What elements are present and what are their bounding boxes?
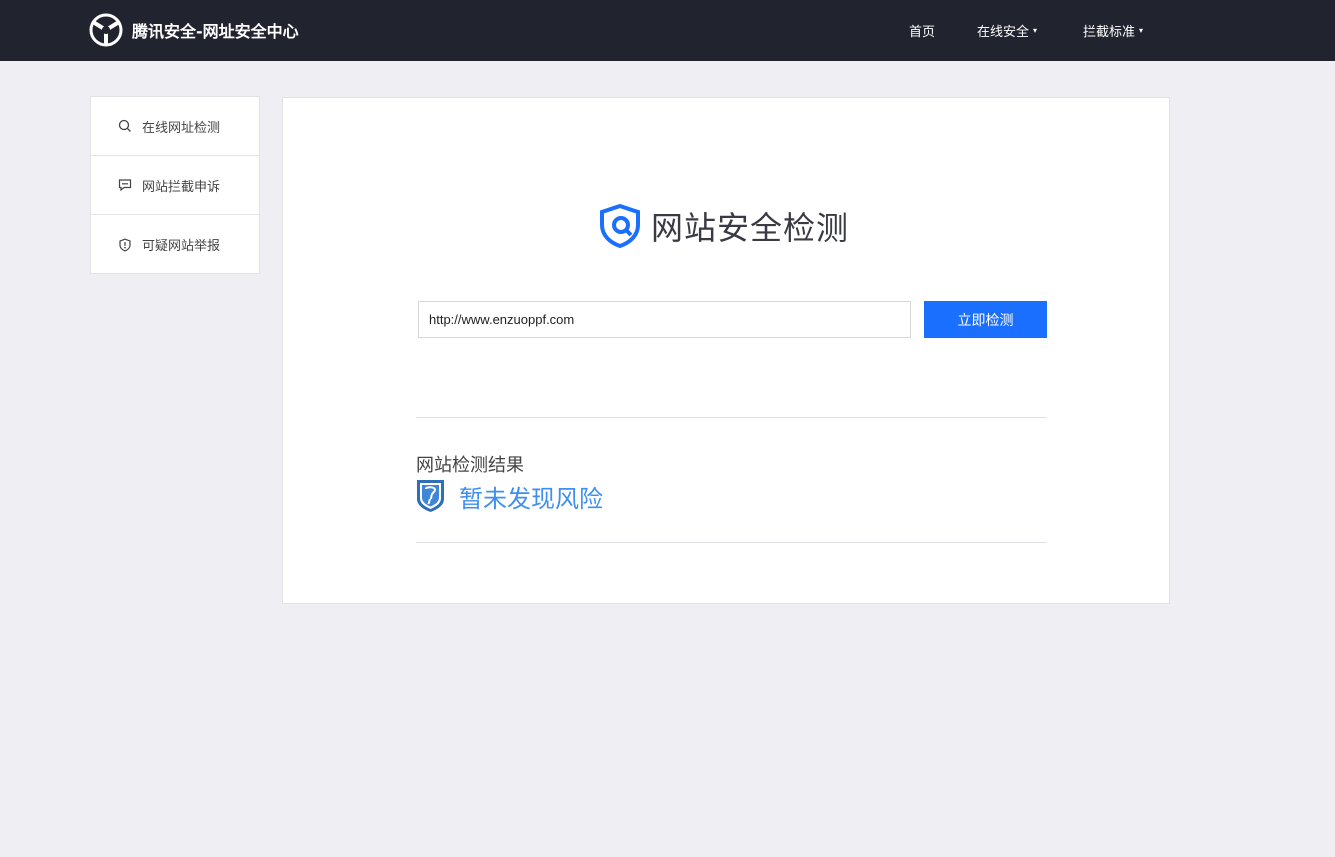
result-status: 暂未发现风险 [416, 479, 603, 513]
nav-block-standards[interactable]: 拦截标准 ▾ [1083, 0, 1143, 61]
chevron-down-icon: ▾ [1033, 26, 1038, 35]
divider [416, 417, 1047, 418]
url-input[interactable] [418, 301, 911, 338]
nav-home-label: 首页 [909, 25, 936, 40]
page-title: 网站安全检测 [651, 209, 850, 247]
brand-title: 腾讯安全-网址安全中心 [132, 22, 299, 41]
check-now-button[interactable]: 立即检测 [924, 301, 1047, 338]
sidebar-item-online-url-check[interactable]: 在线网址检测 [91, 97, 259, 156]
nav-online-security-label: 在线安全 [977, 25, 1030, 40]
divider [416, 542, 1047, 543]
search-icon [118, 119, 131, 132]
top-navbar: 腾讯安全-网址安全中心 首页 在线安全 ▾ 拦截标准 ▾ [0, 0, 1335, 61]
main-panel: 网站安全检测 立即检测 网站检测结果 暂未发现风险 [282, 97, 1170, 604]
message-icon [118, 179, 132, 192]
nav-online-security[interactable]: 在线安全 ▾ [977, 0, 1037, 61]
result-status-text: 暂未发现风险 [459, 484, 603, 513]
nav-block-standards-label: 拦截标准 [1083, 25, 1136, 40]
page-heading: 网站安全检测 [597, 203, 849, 249]
shield-alert-icon [119, 238, 131, 251]
sidebar-item-label: 可疑网站举报 [142, 239, 221, 254]
tencent-security-logo-icon [89, 13, 123, 47]
brand[interactable]: 腾讯安全-网址安全中心 [89, 12, 299, 48]
shield-search-icon [600, 203, 640, 249]
result-heading: 网站检测结果 [416, 455, 524, 476]
nav-home[interactable]: 首页 [909, 0, 935, 61]
sidebar: 在线网址检测 网站拦截申诉 可疑网站举报 [90, 96, 260, 274]
sidebar-item-label: 在线网址检测 [142, 120, 221, 136]
sidebar-item-report-site[interactable]: 可疑网站举报 [91, 215, 259, 274]
chevron-down-icon: ▾ [1139, 26, 1144, 35]
sidebar-item-label: 网站拦截申诉 [142, 179, 221, 195]
shield-safe-icon [417, 480, 444, 512]
sidebar-item-site-appeal[interactable]: 网站拦截申诉 [91, 156, 259, 215]
